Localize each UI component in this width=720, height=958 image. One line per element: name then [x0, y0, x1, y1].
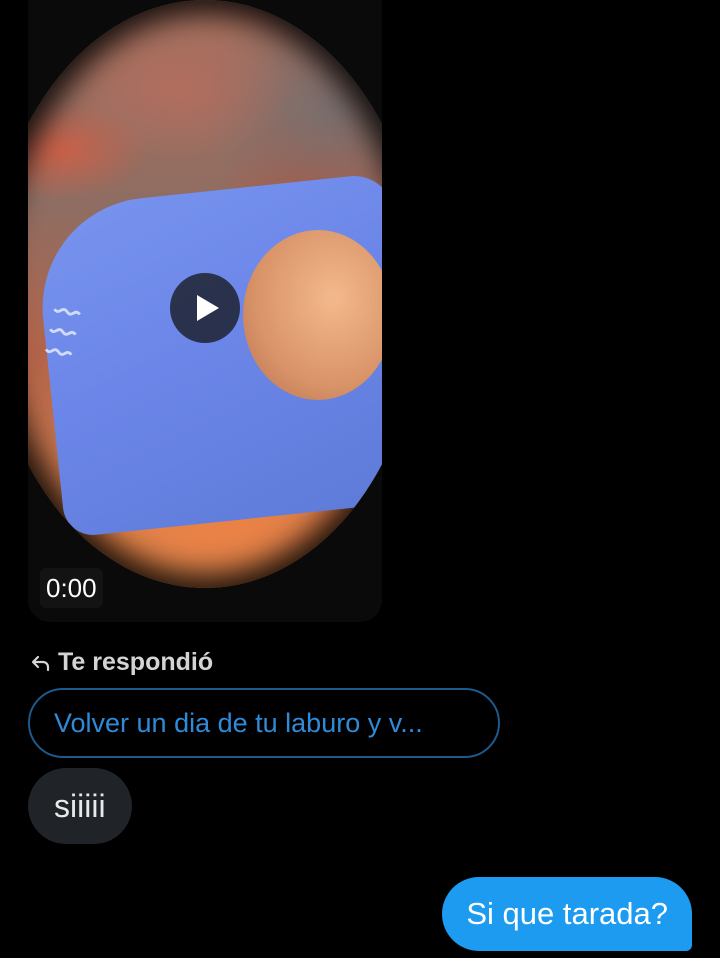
outgoing-message[interactable]: Si que tarada? [442, 877, 692, 951]
reply-context-label: Te respondió [30, 648, 213, 677]
reply-label-text: Te respondió [58, 648, 214, 676]
video-thumbnail-skin [243, 230, 382, 400]
incoming-message[interactable]: siiiii [28, 768, 132, 844]
video-duration: 0:00 [40, 568, 103, 608]
reply-arrow-icon [31, 655, 50, 671]
play-icon [196, 295, 219, 321]
video-message[interactable]: ⌇⌇⌇ 0:00 [28, 0, 382, 622]
chat-thread: ⌇⌇⌇ 0:00 Te respondió Volver un dia de t… [0, 0, 720, 958]
play-button[interactable] [170, 273, 240, 343]
quoted-message[interactable]: Volver un dia de tu laburo y v... [28, 688, 500, 758]
